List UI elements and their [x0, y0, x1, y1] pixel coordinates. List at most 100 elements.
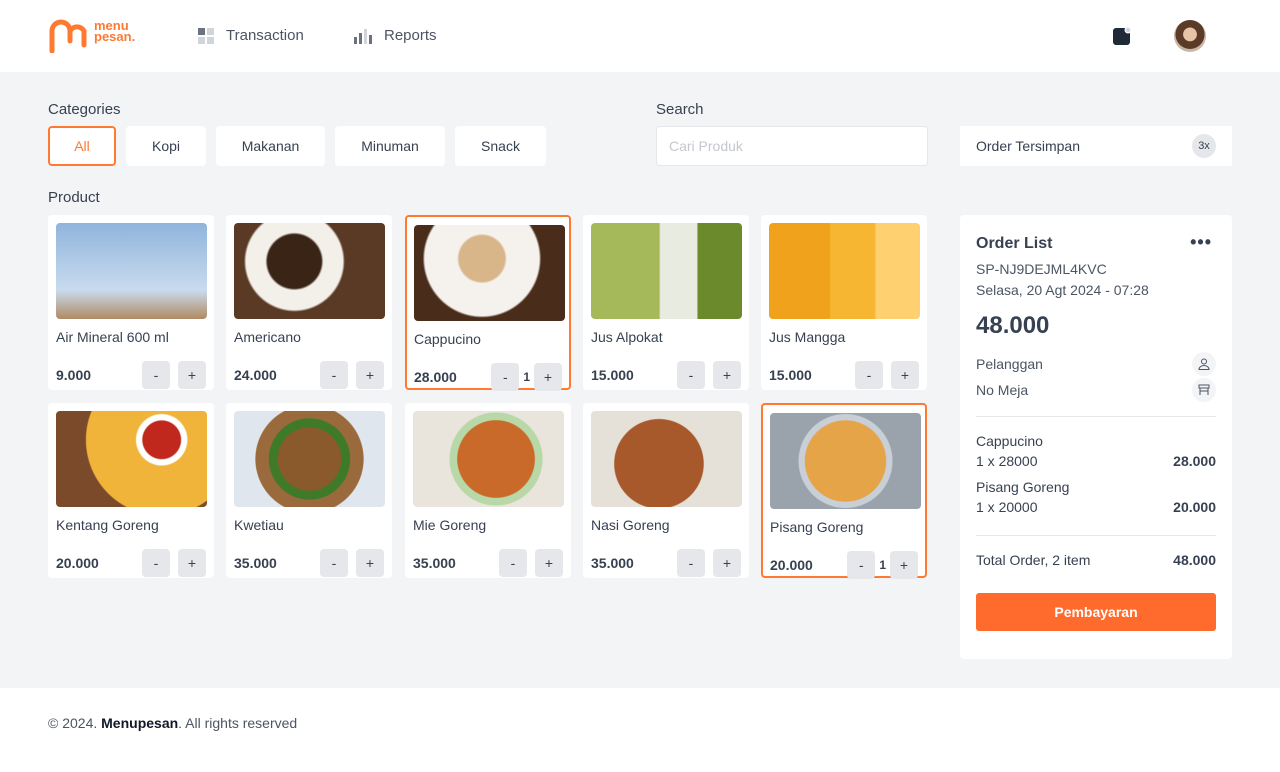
product-image — [414, 225, 565, 321]
category-makanan[interactable]: Makanan — [216, 126, 325, 166]
decrease-button[interactable]: - — [855, 361, 883, 389]
product-price: 24.000 — [234, 367, 277, 383]
order-item: Pisang Goreng 1 x 20000 20.000 — [976, 479, 1216, 515]
product-quantity: 1 — [879, 558, 886, 572]
increase-button[interactable]: + — [356, 549, 384, 577]
categories-label: Categories — [48, 101, 121, 118]
table-label: No Meja — [976, 382, 1029, 398]
order-item-subtotal: 28.000 — [1173, 453, 1216, 469]
grid-icon — [198, 27, 214, 44]
product-price: 35.000 — [591, 555, 634, 571]
product-card[interactable]: Kwetiau 35.000 - + — [226, 403, 392, 578]
decrease-button[interactable]: - — [677, 361, 705, 389]
product-card[interactable]: Kentang Goreng 20.000 - + — [48, 403, 214, 578]
user-icon[interactable] — [1192, 352, 1216, 376]
order-total: 48.000 — [976, 312, 1050, 339]
decrease-button[interactable]: - — [499, 549, 527, 577]
product-card[interactable]: Jus Alpokat 15.000 - + — [583, 215, 749, 390]
product-card[interactable]: Air Mineral 600 ml 9.000 - + — [48, 215, 214, 390]
order-datetime: Selasa, 20 Agt 2024 - 07:28 — [976, 282, 1149, 298]
search-input[interactable] — [656, 126, 928, 166]
order-item: Cappucino 1 x 28000 28.000 — [976, 433, 1216, 469]
category-minuman[interactable]: Minuman — [335, 126, 445, 166]
product-name: Cappucino — [414, 331, 481, 347]
decrease-button[interactable]: - — [142, 549, 170, 577]
order-title: Order List — [976, 235, 1053, 252]
product-image — [56, 223, 207, 319]
order-item-detail: 1 x 28000 — [976, 453, 1038, 469]
product-price: 15.000 — [769, 367, 812, 383]
order-list-panel: Order List ••• SP-NJ9DEJML4KVC Selasa, 20… — [960, 215, 1232, 659]
increase-button[interactable]: + — [178, 361, 206, 389]
nav-transaction[interactable]: Transaction — [198, 27, 304, 44]
decrease-button[interactable]: - — [677, 549, 705, 577]
increase-button[interactable]: + — [890, 551, 918, 579]
product-price: 28.000 — [414, 369, 457, 385]
product-image — [413, 411, 564, 507]
decrease-button[interactable]: - — [847, 551, 876, 579]
order-item-subtotal: 20.000 — [1173, 499, 1216, 515]
saved-orders-count: 3x — [1192, 134, 1216, 158]
decrease-button[interactable]: - — [142, 361, 170, 389]
footer: © 2024. Menupesan. All rights reserved — [0, 688, 1280, 772]
notification-icon[interactable] — [1113, 27, 1131, 45]
logo[interactable]: menu pesan. — [48, 17, 135, 53]
payment-button[interactable]: Pembayaran — [976, 593, 1216, 631]
summary-total: 48.000 — [1173, 552, 1216, 568]
product-name: Americano — [234, 329, 301, 345]
product-image — [56, 411, 207, 507]
decrease-button[interactable]: - — [320, 361, 348, 389]
increase-button[interactable]: + — [535, 549, 563, 577]
category-kopi[interactable]: Kopi — [126, 126, 206, 166]
product-name: Jus Mangga — [769, 329, 846, 345]
product-price: 9.000 — [56, 367, 92, 383]
product-name: Mie Goreng — [413, 517, 487, 533]
product-name: Kwetiau — [234, 517, 284, 533]
nav-reports[interactable]: Reports — [354, 27, 437, 44]
customer-label: Pelanggan — [976, 356, 1043, 372]
logo-text-bottom: pesan. — [94, 29, 136, 44]
product-price: 35.000 — [234, 555, 277, 571]
product-label: Product — [48, 189, 100, 206]
saved-orders-label: Order Tersimpan — [976, 138, 1081, 154]
increase-button[interactable]: + — [713, 549, 741, 577]
table-icon[interactable] — [1192, 378, 1216, 402]
product-name: Pisang Goreng — [770, 519, 864, 535]
increase-button[interactable]: + — [713, 361, 741, 389]
product-card[interactable]: Jus Mangga 15.000 - + — [761, 215, 927, 390]
product-name: Jus Alpokat — [591, 329, 663, 345]
more-options-icon[interactable]: ••• — [1190, 232, 1212, 253]
category-all[interactable]: All — [48, 126, 116, 166]
product-name: Kentang Goreng — [56, 517, 159, 533]
product-card[interactable]: Nasi Goreng 35.000 - + — [583, 403, 749, 578]
product-card[interactable]: Cappucino 28.000 -1 + — [405, 215, 571, 391]
increase-button[interactable]: + — [891, 361, 919, 389]
product-name: Air Mineral 600 ml — [56, 329, 169, 345]
product-card[interactable]: Pisang Goreng 20.000 -1 + — [761, 403, 927, 579]
product-price: 35.000 — [413, 555, 456, 571]
product-image — [234, 411, 385, 507]
product-image — [591, 223, 742, 319]
category-snack[interactable]: Snack — [455, 126, 546, 166]
footer-prefix: © 2024. — [48, 715, 102, 731]
decrease-button[interactable]: - — [491, 363, 520, 391]
increase-button[interactable]: + — [356, 361, 384, 389]
logo-icon — [49, 19, 87, 53]
decrease-button[interactable]: - — [320, 549, 348, 577]
saved-orders-button[interactable]: Order Tersimpan 3x — [960, 126, 1232, 166]
product-quantity: 1 — [523, 370, 530, 384]
product-name: Nasi Goreng — [591, 517, 670, 533]
product-image — [234, 223, 385, 319]
order-item-name: Pisang Goreng — [976, 479, 1070, 495]
increase-button[interactable]: + — [534, 363, 562, 391]
increase-button[interactable]: + — [178, 549, 206, 577]
product-card[interactable]: Mie Goreng 35.000 - + — [405, 403, 571, 578]
header: menu pesan. Transaction Reports — [0, 0, 1280, 72]
product-price: 20.000 — [56, 555, 99, 571]
product-card[interactable]: Americano 24.000 - + — [226, 215, 392, 390]
nav-reports-label: Reports — [384, 27, 437, 44]
product-image — [770, 413, 921, 509]
product-image — [769, 223, 920, 319]
order-item-detail: 1 x 20000 — [976, 499, 1038, 515]
avatar[interactable] — [1174, 20, 1206, 52]
